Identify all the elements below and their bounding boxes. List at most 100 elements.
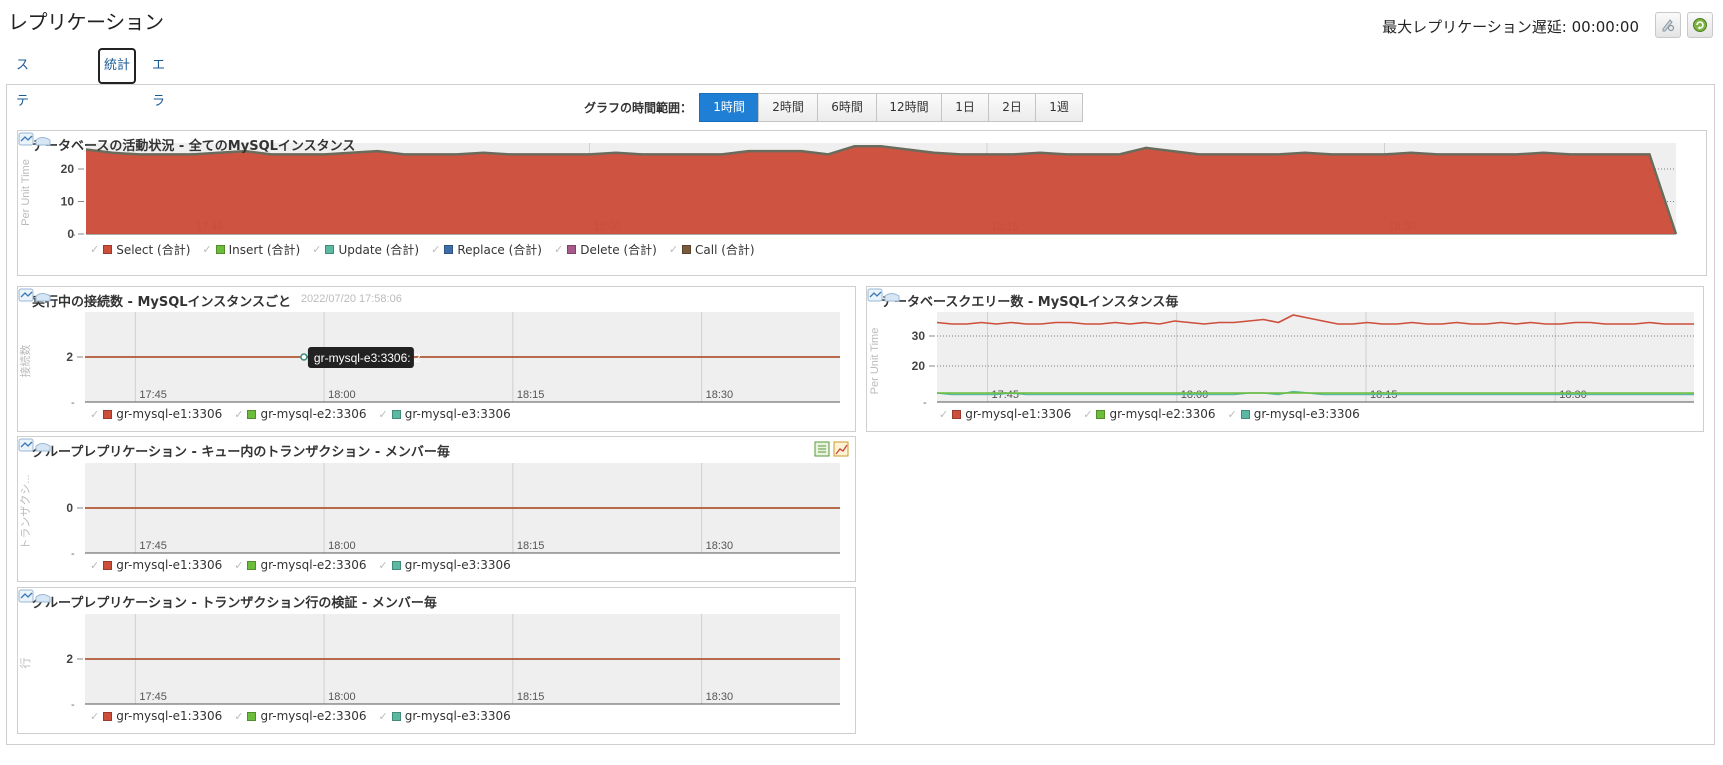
legend-swatch [391, 409, 401, 419]
legend-swatch [444, 245, 454, 254]
range-6h-button[interactable]: 6時間 [817, 93, 878, 122]
chart-type-icon[interactable] [833, 441, 849, 457]
chart-toggle[interactable] [18, 437, 52, 453]
chart-toggle[interactable] [18, 131, 52, 147]
x-tick-label: 18:00 [328, 691, 356, 703]
area-chart-icon[interactable] [35, 443, 51, 452]
legend-item[interactable]: ✓ gr-mysql-e3:3306 [379, 709, 511, 723]
range-12h-button[interactable]: 12時間 [876, 93, 943, 122]
chart-legend: ✓ gr-mysql-e1:3306 ✓ gr-mysql-e2:3306 ✓ gr-my… [90, 407, 523, 421]
legend-label: gr-mysql-e3:3306 [1253, 407, 1360, 421]
hover-timestamp: 2022/07/20 17:58:06 [301, 293, 402, 305]
line-chart-icon[interactable] [18, 132, 34, 146]
range-2d-button[interactable]: 2日 [988, 93, 1037, 122]
legend-label: gr-mysql-e1:3306 [965, 407, 1072, 421]
export-csv-icon[interactable] [814, 441, 830, 457]
legend-label: Replace (合計) [457, 243, 542, 257]
area-chart-icon[interactable] [35, 137, 51, 146]
check-icon: ✓ [90, 709, 100, 723]
x-tick-label: 18:15 [517, 540, 545, 552]
x-tick-label: 18:15 [517, 389, 545, 401]
legend-item[interactable]: ✓ gr-mysql-e1:3306 [90, 709, 222, 723]
area-chart-icon[interactable] [35, 293, 51, 302]
legend-swatch [391, 560, 401, 570]
y-tick-label: - [71, 699, 75, 711]
legend-item[interactable]: ✓ gr-mysql-e2:3306 [234, 558, 366, 572]
legend-item[interactable]: ✓ gr-mysql-e2:3306 [234, 709, 366, 723]
legend-item[interactable]: ✓ gr-mysql-e2:3306 [234, 407, 366, 421]
chart-legend: ✓ gr-mysql-e1:3306 ✓ gr-mysql-e2:3306 ✓ gr-my… [939, 407, 1372, 421]
legend-item[interactable]: ✓ Insert (合計) [202, 241, 300, 258]
legend-item[interactable]: ✓ gr-mysql-e3:3306 [379, 558, 511, 572]
refresh-button[interactable] [1687, 12, 1713, 38]
chart-panel-database-activity: 17:4518:0018:1518:3001020-Per Unit Timeデ… [17, 130, 1707, 276]
x-tick-label: 18:30 [706, 389, 734, 401]
check-icon: ✓ [312, 243, 322, 256]
legend-swatch [247, 711, 257, 721]
x-tick-label: 17:45 [139, 540, 167, 552]
legend-item[interactable]: ✓ Delete (合計) [554, 241, 657, 258]
legend-label: gr-mysql-e3:3306 [404, 709, 511, 723]
legend-label: gr-mysql-e1:3306 [116, 558, 223, 572]
range-1w-button[interactable]: 1週 [1035, 93, 1084, 122]
check-icon: ✓ [378, 407, 388, 421]
legend-swatch [247, 560, 257, 570]
check-icon: ✓ [378, 558, 388, 572]
legend-label: gr-mysql-e1:3306 [116, 407, 223, 421]
check-icon: ✓ [378, 709, 388, 723]
legend-label: gr-mysql-e2:3306 [260, 558, 367, 572]
chart-panel-validated-rows: 17:45 18:00 18:15 18:30 2 - 行 グループレプリケーション - トラ… [17, 587, 856, 734]
panel-title: データベースクエリー数 - MySQLインスタンス毎 [881, 295, 1179, 310]
legend-swatch [247, 409, 257, 419]
x-tick-label: 18:30 [706, 540, 734, 552]
range-2h-button[interactable]: 2時間 [758, 93, 819, 122]
area-chart-icon[interactable] [884, 293, 900, 302]
legend-swatch [215, 245, 225, 254]
legend-label: gr-mysql-e2:3306 [260, 709, 367, 723]
legend-item[interactable]: ✓ Update (合計) [312, 241, 419, 258]
check-icon: ✓ [202, 243, 212, 256]
legend-swatch [567, 245, 577, 254]
chart-panel-queue: 17:45 18:00 18:15 18:30 0 - トランザクシ... グループレプリケー… [17, 436, 856, 582]
check-icon: ✓ [553, 243, 564, 256]
chart-toggle[interactable] [18, 588, 52, 604]
edit-settings-button[interactable] [1655, 12, 1681, 38]
tab-statistics[interactable]: 統計 [98, 48, 136, 84]
y-tick-label: 30 [912, 329, 926, 343]
line-chart-icon[interactable] [18, 589, 34, 603]
legend-item[interactable]: ✓ gr-mysql-e2:3306 [1083, 407, 1215, 421]
legend-item[interactable]: ✓ gr-mysql-e3:3306 [379, 407, 511, 421]
tab-error-history[interactable]: エラー履歴 [152, 48, 165, 217]
y-axis-label: トランザクシ... [19, 474, 32, 549]
legend-item[interactable]: ✓ gr-mysql-e1:3306 [90, 407, 222, 421]
y-tick-label: 20 [61, 162, 75, 176]
panel-title: グループレプリケーション - キュー内のトランザクション - メンバー毎 [32, 445, 450, 460]
line-chart-icon[interactable] [867, 288, 883, 302]
range-1h-button[interactable]: 1時間 [699, 93, 760, 122]
check-icon: ✓ [431, 243, 441, 256]
chart-legend: ✓ gr-mysql-e1:3306 ✓ gr-mysql-e2:3306 ✓ gr-my… [90, 558, 523, 572]
chart-toggle[interactable] [867, 287, 901, 303]
legend-label: Select (合計) [116, 243, 191, 257]
hover-point [300, 353, 308, 361]
area-chart-icon[interactable] [35, 594, 51, 603]
chart-toggle[interactable] [18, 287, 52, 303]
y-axis-label: Per Unit Time [869, 328, 881, 395]
range-1d-button[interactable]: 1日 [941, 93, 990, 122]
line-chart-icon[interactable] [18, 438, 34, 452]
max-replication-delay: 最大レプリケーション遅延: 00:00:00 [1382, 18, 1639, 36]
legend-label: gr-mysql-e2:3306 [1109, 407, 1216, 421]
tab-status[interactable]: ステータス [16, 48, 29, 217]
line-chart-icon[interactable] [18, 288, 34, 302]
legend-item[interactable]: ✓ Call (合計) [669, 241, 755, 258]
page-title: レプリケーション [8, 10, 164, 34]
legend-item[interactable]: ✓ gr-mysql-e3:3306 [1228, 407, 1360, 421]
y-axis-label: 接続数 [18, 345, 32, 378]
legend-item[interactable]: ✓ gr-mysql-e1:3306 [90, 558, 222, 572]
legend-item[interactable]: ✓ Replace (合計) [431, 241, 542, 258]
legend-item[interactable]: ✓ gr-mysql-e1:3306 [939, 407, 1071, 421]
legend-swatch [103, 245, 113, 254]
x-tick-label: 17:45 [139, 691, 167, 703]
legend-item[interactable]: ✓ Select (合計) [90, 241, 190, 258]
y-tick-label: 0 [66, 501, 73, 515]
